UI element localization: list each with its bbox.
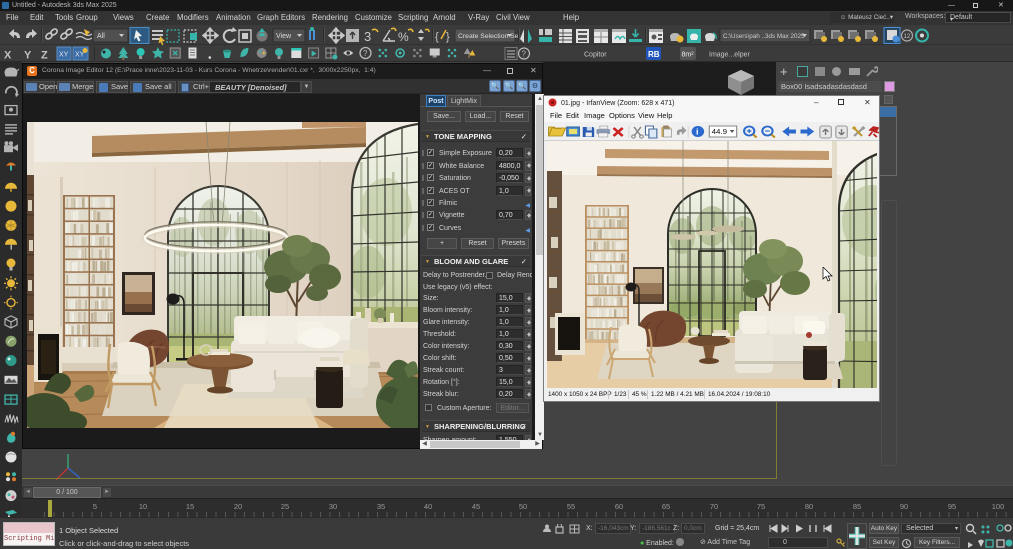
svg-text:?: ? <box>522 50 527 59</box>
svg-text:Y: Y <box>24 50 32 62</box>
svg-text:8m²: 8m² <box>682 52 695 59</box>
svg-text:i: i <box>696 127 699 136</box>
svg-text:Copitor: Copitor <box>584 52 607 59</box>
svg-text:XY: XY <box>59 52 69 59</box>
svg-text:3: 3 <box>364 29 371 44</box>
svg-text:X: X <box>4 50 12 62</box>
svg-text:All: All <box>97 33 105 40</box>
svg-text:Image...elper: Image...elper <box>709 52 751 59</box>
svg-text:Z: Z <box>41 50 48 62</box>
svg-text:%: % <box>398 30 409 44</box>
svg-text:12: 12 <box>904 34 911 40</box>
svg-text:?: ? <box>363 49 368 58</box>
svg-text:44.9: 44.9 <box>712 127 728 135</box>
svg-text:C:\Users\pah ..3ds Max 2025: C:\Users\pah ..3ds Max 2025 <box>723 33 805 40</box>
svg-text:View: View <box>276 33 292 40</box>
svg-text:RB: RB <box>648 50 660 59</box>
svg-text:{: { <box>435 31 439 43</box>
svg-text:}: } <box>446 31 450 43</box>
svg-text:XY: XY <box>75 52 85 59</box>
